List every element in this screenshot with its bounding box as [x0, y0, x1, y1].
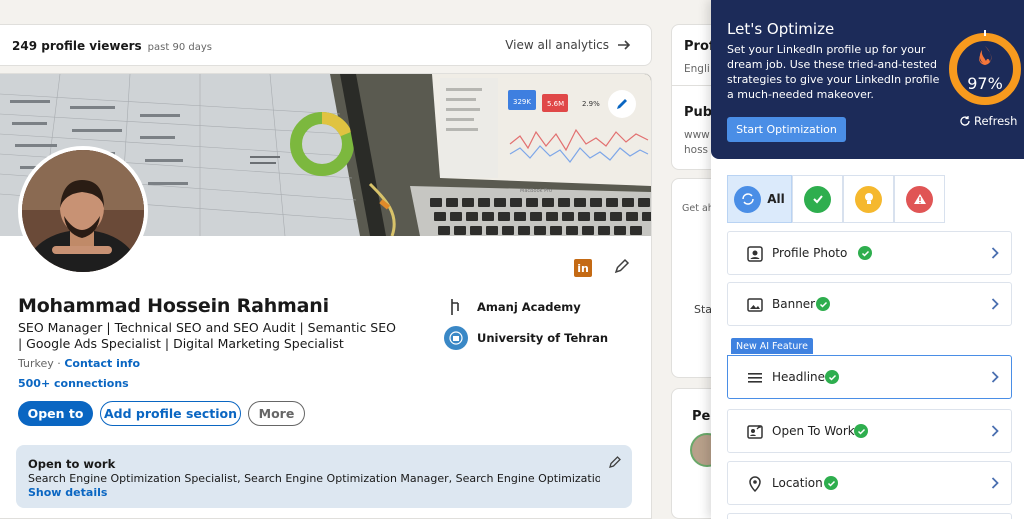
profile-score-gauge: 97%: [946, 28, 1024, 112]
complete-check-icon: [825, 370, 839, 384]
complete-check-icon: [816, 297, 830, 311]
item-label-banner: Banner: [772, 297, 816, 311]
open-to-button[interactable]: Open to: [18, 401, 93, 426]
profile-viewers[interactable]: 249 profile viewers past 90 days: [12, 39, 212, 53]
open-to-work-card[interactable]: Open to work Search Engine Optimization …: [16, 445, 632, 508]
optimizer-item-banner[interactable]: Banner: [727, 282, 1012, 326]
filter-warnings[interactable]: [894, 175, 945, 223]
item-label-profile-photo: Profile Photo: [772, 246, 848, 260]
connections-link[interactable]: 500+ connections: [18, 377, 129, 390]
rail-card1-line1: www: [684, 129, 710, 141]
profile-headline: SEO Manager | Technical SEO and SEO Audi…: [18, 320, 396, 351]
experience-amanj-academy[interactable]: Amanj Academy: [444, 295, 581, 319]
profile-card: 329K 5.6M 2.9% MacBook Pro in Mohammad H…: [0, 73, 652, 519]
headline-lines-icon: [748, 373, 762, 383]
complete-check-icon: [824, 476, 838, 490]
optimizer-header: Let's Optimize Set your LinkedIn profile…: [711, 0, 1024, 159]
experience-company-name[interactable]: Amanj Academy: [477, 300, 581, 314]
add-profile-section-button[interactable]: Add profile section: [100, 401, 241, 426]
profile-location: Turkey: [18, 357, 54, 370]
start-optimization-button[interactable]: Start Optimization: [727, 117, 846, 142]
profile-viewers-period: past 90 days: [147, 42, 212, 53]
profile-photo[interactable]: [18, 146, 148, 276]
rail-card2-text2: Sta: [694, 303, 713, 316]
filter-all-label[interactable]: All: [767, 192, 785, 206]
item-label-open-to-work: Open To Work: [772, 424, 855, 438]
chevron-right-icon: [991, 477, 999, 489]
item-label-headline: Headline: [772, 370, 826, 384]
edit-intro-button[interactable]: [613, 257, 631, 280]
chevron-right-icon: [991, 298, 999, 310]
view-all-analytics-label[interactable]: View all analytics: [505, 38, 609, 52]
optimizer-item-next[interactable]: [727, 513, 1012, 519]
optimizer-title: Let's Optimize: [727, 20, 835, 38]
filter-completed[interactable]: [792, 175, 843, 223]
view-all-analytics-link[interactable]: View all analytics: [505, 38, 631, 52]
optimizer-item-profile-photo[interactable]: Profile Photo: [727, 231, 1012, 275]
open-to-work-description: Search Engine Optimization Specialist, S…: [28, 472, 600, 485]
chevron-right-icon: [991, 247, 999, 259]
check-badge-icon: [804, 185, 831, 213]
profile-viewers-count[interactable]: 249 profile viewers: [12, 39, 142, 53]
chevron-right-icon: [991, 425, 999, 437]
optimizer-item-open-to-work[interactable]: Open To Work: [727, 409, 1012, 453]
banner-kpi-3: 2.9%: [582, 100, 600, 108]
open-to-work-icon: [747, 425, 763, 439]
profile-photo-icon: [747, 246, 763, 262]
rail-card1-line2: hoss: [684, 144, 709, 156]
profile-name: Mohammad Hossein Rahmani: [18, 295, 329, 317]
item-label-location: Location: [772, 476, 823, 490]
rail-card1-sub: Engli: [684, 63, 710, 75]
location-separator: ·: [53, 357, 65, 370]
banner-kpi-2: 5.6M: [547, 100, 564, 108]
filter-all[interactable]: All: [727, 175, 792, 223]
complete-check-icon: [854, 424, 868, 438]
arrow-right-icon: [618, 40, 631, 50]
experience-school-name[interactable]: University of Tehran: [477, 331, 608, 345]
optimizer-description: Set your LinkedIn profile up for your dr…: [727, 43, 940, 101]
all-items-icon: [734, 185, 762, 213]
optimizer-item-headline[interactable]: Headline: [727, 355, 1012, 399]
amanj-academy-logo: [444, 295, 468, 319]
edit-open-to-work-button[interactable]: [608, 455, 622, 474]
refresh-icon: [960, 116, 970, 126]
chevron-right-icon: [991, 371, 999, 383]
analytics-card: 249 profile viewers past 90 days View all…: [0, 24, 652, 66]
show-details-link[interactable]: Show details: [28, 486, 107, 499]
filter-tips[interactable]: [843, 175, 894, 223]
profile-score-value: 97%: [967, 74, 1003, 93]
complete-check-icon: [858, 246, 872, 260]
banner-laptop-label: MacBook Pro: [520, 188, 552, 194]
warning-icon: [906, 185, 933, 213]
banner-kpi-1: 329K: [513, 98, 531, 106]
optimizer-item-location[interactable]: Location: [727, 461, 1012, 505]
contact-info-link[interactable]: Contact info: [64, 357, 140, 370]
refresh-button[interactable]: Refresh: [959, 114, 1017, 128]
experience-university-of-tehran[interactable]: University of Tehran: [444, 326, 608, 350]
profile-location-row: Turkey · Contact info: [18, 357, 140, 370]
filter-bar: All: [727, 175, 945, 223]
location-pin-icon: [749, 476, 761, 493]
university-of-tehran-logo: [444, 326, 468, 350]
rail-card2-text: Get ah: [682, 203, 714, 214]
pencil-icon: [614, 258, 630, 274]
new-ai-feature-badge: New AI Feature: [731, 338, 813, 354]
lightbulb-icon: [855, 185, 882, 213]
rail-card1-title: Prof: [684, 39, 715, 54]
avatar-image: [22, 150, 144, 272]
linkedin-icon[interactable]: in: [574, 259, 592, 277]
edit-banner-button[interactable]: [608, 90, 636, 118]
score-ring: [949, 30, 1021, 105]
pencil-icon: [609, 456, 621, 468]
refresh-label[interactable]: Refresh: [974, 114, 1017, 128]
open-to-work-title: Open to work: [28, 457, 116, 471]
more-button[interactable]: More: [248, 401, 305, 426]
pencil-icon: [617, 99, 627, 109]
optimizer-panel: Let's Optimize Set your LinkedIn profile…: [711, 0, 1024, 519]
banner-image-icon: [747, 298, 763, 312]
